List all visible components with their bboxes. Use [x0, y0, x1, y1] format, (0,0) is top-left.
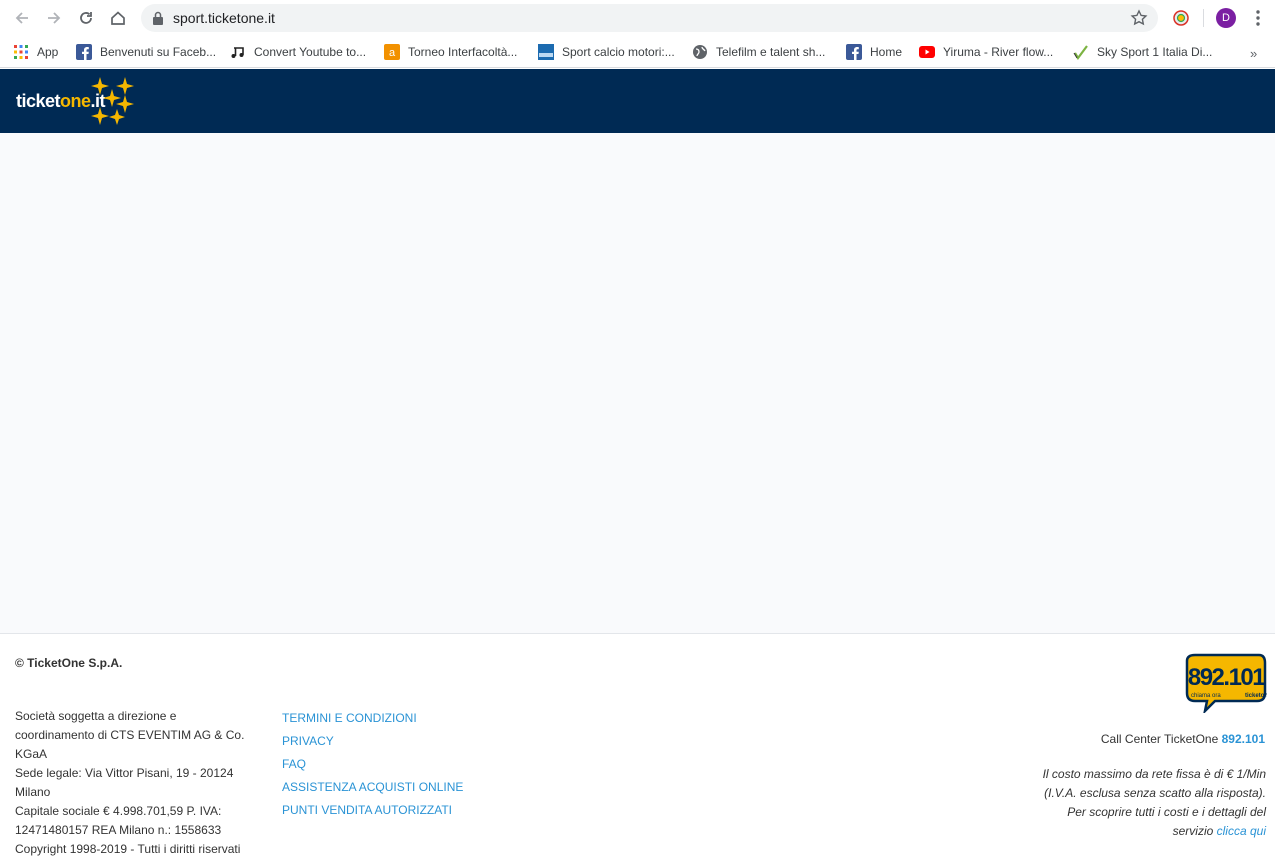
bookmark-facebook[interactable]: Benvenuti su Faceb...: [76, 41, 216, 63]
call-costs-info: Il costo massimo da rete fissa è di € 1/…: [1016, 765, 1266, 841]
legal-line: Sede legale: Via Vittor Pisani, 19 - 201…: [15, 766, 234, 780]
bookmark-telefilm[interactable]: Telefilm e talent sh...: [692, 41, 825, 63]
cc-logo-number: 892.101: [1188, 664, 1265, 691]
lock-icon: [153, 11, 163, 25]
link-termini-condizioni[interactable]: TERMINI E CONDIZIONI: [282, 707, 463, 730]
bookmark-label: App: [37, 45, 59, 59]
bookmark-label: Home: [870, 45, 903, 59]
home-icon: [111, 11, 125, 25]
bookmark-star-icon[interactable]: [1130, 9, 1148, 27]
browser-toolbar: sport.ticketone.it D: [0, 0, 1275, 36]
link-assistenza-acquisti[interactable]: ASSISTENZA ACQUISTI ONLINE: [282, 776, 463, 799]
more-bookmarks-button[interactable]: »: [1250, 46, 1257, 61]
legal-line: KGaA: [15, 747, 48, 761]
legal-line: coordinamento di CTS EVENTIM AG & Co.: [15, 728, 245, 742]
footer-links: TERMINI E CONDIZIONI PRIVACY FAQ ASSISTE…: [282, 707, 463, 822]
bookmark-sky-sport[interactable]: Sky Sport 1 Italia Di...: [1073, 41, 1212, 63]
copyright-text: © TicketOne S.p.A.: [15, 656, 123, 670]
facebook-icon: [846, 44, 862, 60]
facebook-icon: [76, 44, 92, 60]
profile-avatar[interactable]: D: [1216, 8, 1236, 28]
reload-button[interactable]: [74, 6, 98, 30]
arrow-right-icon: [48, 12, 61, 24]
bookmark-label: Sport calcio motori:...: [562, 45, 675, 59]
bookmark-yiruma[interactable]: Yiruma - River flow...: [919, 41, 1053, 63]
music-note-icon: [230, 44, 246, 60]
legal-line: 12471480157 REA Milano n.: 1558633: [15, 823, 222, 837]
legal-line: Milano: [15, 785, 51, 799]
toolbar-divider: [1203, 9, 1204, 27]
site-footer: © TicketOne S.p.A. Società soggetta a di…: [0, 633, 1275, 856]
extension-icon[interactable]: [1172, 9, 1190, 27]
stars-logo-icon: [91, 77, 134, 125]
costs-line: Per scoprire tutti i costi e i dettagli …: [1067, 805, 1266, 819]
back-button[interactable]: [10, 6, 34, 30]
call-center-logo: 892.101 chiama ora ticketone: [1185, 653, 1267, 713]
costs-line: servizio: [1172, 824, 1217, 838]
bookmark-app[interactable]: App: [13, 41, 58, 63]
legal-line: Capitale sociale € 4.998.701,59 P. IVA:: [15, 804, 222, 818]
main-content-area: [0, 133, 1275, 633]
call-center-number: 892.101: [1221, 732, 1265, 746]
costs-line: Il costo massimo da rete fissa è di € 1/…: [1042, 767, 1266, 781]
bookmark-convert-youtube[interactable]: Convert Youtube to...: [230, 41, 366, 63]
cc-logo-sub-a: chiama ora: [1191, 693, 1221, 699]
bookmark-label: Benvenuti su Faceb...: [100, 45, 217, 59]
sport-site-icon: [538, 44, 554, 60]
clicca-qui-link[interactable]: clicca qui: [1217, 824, 1266, 838]
bookmarks-bar: App Benvenuti su Faceb... Convert Youtub…: [0, 36, 1275, 68]
forward-button[interactable]: [42, 6, 66, 30]
cc-logo-sub-b: ticketone: [1245, 693, 1267, 699]
globe-icon: [692, 44, 708, 60]
legal-line: Copyright 1998-2019 - Tutti i diritti ri…: [15, 842, 241, 856]
address-bar[interactable]: sport.ticketone.it: [141, 4, 1158, 32]
bookmark-label: Telefilm e talent sh...: [716, 45, 826, 59]
home-button[interactable]: [106, 6, 130, 30]
link-punti-vendita[interactable]: PUNTI VENDITA AUTORIZZATI: [282, 799, 463, 822]
bookmark-sport-calcio[interactable]: Sport calcio motori:...: [538, 41, 675, 63]
call-center-info: Call Center TicketOne 892.101: [1101, 732, 1265, 746]
url-text: sport.ticketone.it: [173, 10, 275, 26]
bookmark-label: Yiruma - River flow...: [943, 45, 1054, 59]
bookmark-label: Sky Sport 1 Italia Di...: [1097, 45, 1213, 59]
link-privacy[interactable]: PRIVACY: [282, 730, 463, 753]
call-center-label: Call Center TicketOne: [1100, 732, 1222, 746]
legal-line: Società soggetta a direzione e: [15, 709, 177, 723]
legal-info: Società soggetta a direzione e coordinam…: [15, 707, 260, 859]
link-faq[interactable]: FAQ: [282, 753, 463, 776]
youtube-icon: [919, 44, 935, 60]
ticketone-logo[interactable]: ticketone.it: [16, 77, 146, 127]
bookmark-label: Convert Youtube to...: [254, 45, 367, 59]
bookmark-label: Torneo Interfacoltà...: [408, 45, 518, 59]
costs-line: (I.V.A. esclusa senza scatto alla rispos…: [1044, 786, 1266, 800]
bookmark-torneo[interactable]: a Torneo Interfacoltà...: [384, 41, 517, 63]
kebab-menu-icon[interactable]: [1249, 8, 1267, 28]
aruba-icon: a: [384, 44, 400, 60]
bookmark-home[interactable]: Home: [846, 41, 902, 63]
site-header: ticketone.it: [0, 69, 1275, 133]
sky-sport-icon: [1073, 44, 1089, 60]
arrow-left-icon: [15, 12, 28, 24]
reload-icon: [80, 12, 92, 24]
svg-text:a: a: [389, 47, 396, 59]
apps-grid-icon: [13, 44, 29, 60]
